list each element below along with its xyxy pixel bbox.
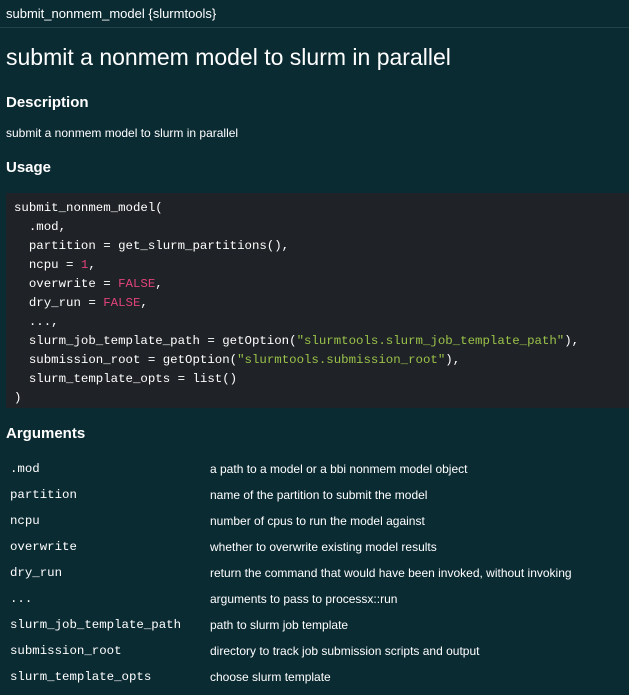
code-line: slurm_job_template_path = getOption("slu… [14, 332, 629, 351]
description-text: submit a nonmem model to slurm in parall… [6, 126, 239, 140]
code-line: partition = get_slurm_partitions(), [14, 237, 629, 256]
argument-name: ... [10, 592, 33, 606]
code-line: overwrite = FALSE, [14, 275, 629, 294]
argument-description: name of the partition to submit the mode… [210, 488, 428, 502]
code-token: "slurmtools.slurm_job_template_path" [296, 334, 565, 348]
code-token: overwrite = [14, 277, 119, 291]
argument-name: dry_run [10, 566, 63, 580]
code-line: submit_nonmem_model( [14, 199, 629, 218]
code-line: slurm_template_opts = list() [14, 370, 629, 389]
argument-row: ... arguments to pass to processx::run [6, 586, 629, 612]
code-token: , [155, 277, 163, 291]
argument-name: slurm_job_template_path [10, 618, 182, 632]
code-token: , [88, 258, 96, 272]
doc-header-text: submit_nonmem_model {slurmtools} [6, 6, 217, 21]
code-token: ncpu = [14, 258, 81, 272]
argument-row: submission_root directory to track job su… [6, 638, 629, 664]
code-token: , [140, 296, 148, 310]
arguments-table: .mod a path to a model or a bbi nonmem mo… [6, 456, 629, 690]
argument-name: .mod [10, 462, 40, 476]
argument-name: ncpu [10, 514, 40, 528]
argument-description: arguments to pass to processx::run [210, 592, 398, 606]
page-title: submit a nonmem model to slurm in parall… [6, 44, 451, 70]
code-token: dry_run = [14, 296, 104, 310]
code-token: submission_root = getOption( [14, 353, 238, 367]
code-token: ), [445, 353, 461, 367]
doc-header: submit_nonmem_model {slurmtools} [0, 0, 629, 28]
argument-row: dry_run return the command that would hav… [6, 560, 629, 586]
code-token: slurm_template_opts = list() [14, 372, 238, 386]
argument-description: path to slurm job template [210, 618, 349, 632]
argument-name: slurm_template_opts [10, 670, 152, 684]
code-token: ), [564, 334, 580, 348]
argument-row: .mod a path to a model or a bbi nonmem mo… [6, 456, 629, 482]
description-heading: Description [6, 94, 89, 111]
code-token: ) [14, 391, 22, 405]
arguments-heading: Arguments [6, 425, 86, 442]
argument-row: overwrite whether to overwrite existing m… [6, 534, 629, 560]
code-token: FALSE [103, 296, 141, 310]
argument-row: ncpu number of cpus to run the model agai… [6, 508, 629, 534]
code-line: .mod, [14, 218, 629, 237]
argument-description: a path to a model or a bbi nonmem model … [210, 462, 468, 476]
code-line: dry_run = FALSE, [14, 294, 629, 313]
code-token: .mod, [14, 220, 67, 234]
argument-row: slurm_job_template_path path to slurm job… [6, 612, 629, 638]
argument-row: slurm_template_opts choose slurm template [6, 664, 629, 690]
argument-description: directory to track job submission script… [210, 644, 480, 658]
usage-code-block: submit_nonmem_model( .mod, partition = g… [6, 193, 629, 408]
code-token: ..., [14, 315, 59, 329]
code-token: partition = get_slurm_partitions(), [14, 239, 290, 253]
code-token: submit_nonmem_model( [14, 201, 163, 215]
code-line: ..., [14, 313, 629, 332]
argument-description: return the command that would have been … [210, 566, 572, 580]
code-line: submission_root = getOption("slurmtools.… [14, 351, 629, 370]
code-line: ncpu = 1, [14, 256, 629, 275]
usage-heading: Usage [6, 159, 52, 176]
argument-description: number of cpus to run the model against [210, 514, 425, 528]
argument-row: partition name of the partition to submit… [6, 482, 629, 508]
argument-name: partition [10, 488, 77, 502]
argument-description: whether to overwrite existing model resu… [210, 540, 437, 554]
code-token: slurm_job_template_path = getOption( [14, 334, 297, 348]
argument-name: overwrite [10, 540, 77, 554]
argument-description: choose slurm template [210, 670, 331, 684]
argument-name: submission_root [10, 644, 122, 658]
code-token: "slurmtools.submission_root" [237, 353, 446, 367]
code-line: ) [14, 389, 629, 408]
code-token: FALSE [118, 277, 156, 291]
